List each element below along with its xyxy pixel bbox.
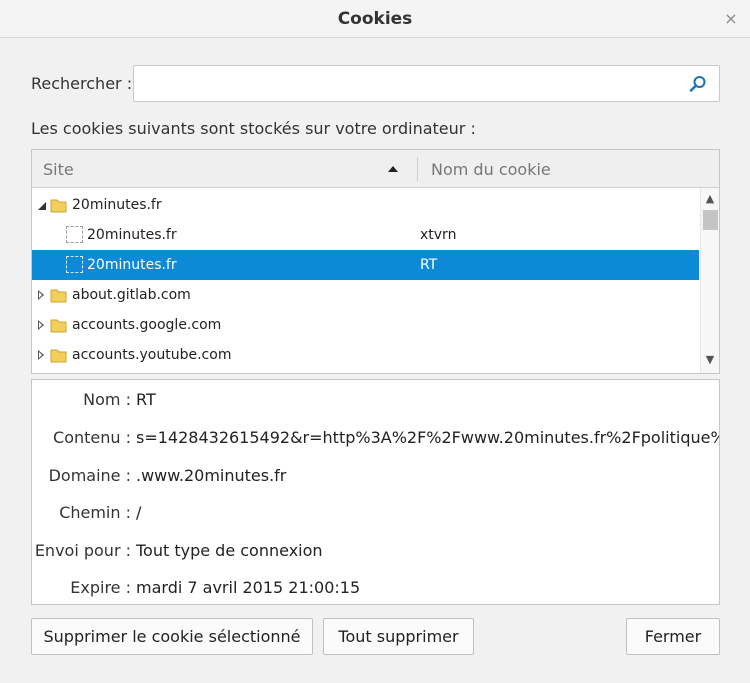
detail-value: / (136, 503, 142, 522)
delete-selected-cookie-button[interactable]: Supprimer le cookie sélectionné (31, 618, 313, 655)
expand-twisty-icon[interactable] (38, 202, 46, 210)
detail-label: Chemin : (59, 503, 131, 522)
detail-row-expires: Expire : mardi 7 avril 2015 21:00:15 (32, 578, 719, 604)
detail-row-domain: Domaine : .www.20minutes.fr (32, 466, 719, 492)
cookie-icon (66, 226, 83, 243)
collapsed-twisty-icon[interactable] (38, 320, 44, 330)
detail-label: Domaine : (48, 466, 131, 485)
collapsed-twisty-icon[interactable] (38, 350, 44, 360)
detail-row-content: Contenu : s=1428432615492&r=http%3A%2F%2… (32, 428, 720, 454)
scroll-thumb[interactable] (703, 210, 718, 230)
tree-row[interactable]: 20minutes.fr xtvrn (32, 220, 699, 250)
tree-site-label: accounts.google.com (72, 317, 222, 333)
tree-cookie-name: RT (420, 257, 438, 273)
collapsed-twisty-icon[interactable] (38, 290, 44, 300)
detail-label: Envoi pour : (34, 541, 131, 560)
folder-icon (50, 349, 67, 363)
titlebar: Cookies × (0, 0, 750, 38)
cookie-icon (66, 256, 83, 273)
detail-label: Nom : (83, 390, 131, 409)
tree-site-label: about.gitlab.com (72, 287, 191, 303)
scroll-down-icon[interactable]: ▼ (704, 353, 716, 367)
detail-label: Expire : (70, 578, 131, 597)
cookie-tree[interactable]: Site Nom du cookie 20minutes.fr 20minute… (31, 149, 720, 374)
detail-value: RT (136, 390, 156, 409)
detail-value: Tout type de connexion (136, 541, 323, 560)
search-input[interactable] (134, 66, 682, 101)
column-header-cookie-name[interactable]: Nom du cookie (431, 160, 551, 179)
search-icon[interactable] (689, 75, 707, 93)
detail-row-send-for: Envoi pour : Tout type de connexion (32, 541, 719, 567)
detail-value: s=1428432615492&r=http%3A%2F%2Fwww.20min… (136, 428, 720, 447)
scroll-up-icon[interactable]: ▲ (704, 192, 716, 206)
folder-icon (50, 199, 67, 213)
sort-ascending-icon (388, 166, 398, 172)
tree-site-label: accounts.youtube.com (72, 347, 232, 363)
tree-scrollbar[interactable]: ▲ ▼ (700, 188, 719, 373)
tree-header: Site Nom du cookie (32, 150, 719, 188)
tree-cookie-name: xtvrn (420, 227, 457, 243)
detail-row-path: Chemin : / (32, 503, 719, 529)
folder-icon (50, 289, 67, 303)
detail-row-name: Nom : RT (32, 390, 719, 416)
detail-label: Contenu : (53, 428, 131, 447)
cookies-dialog: Cookies × Rechercher : Les cookies suiva… (0, 0, 750, 683)
column-separator[interactable] (417, 157, 418, 181)
delete-all-cookies-button[interactable]: Tout supprimer (323, 618, 474, 655)
tree-site-label: 20minutes.fr (72, 197, 162, 213)
tree-site-label: 20minutes.fr (87, 257, 177, 273)
close-button[interactable]: Fermer (626, 618, 720, 655)
tree-row[interactable]: accounts.youtube.com (32, 340, 699, 370)
tree-site-label: 20minutes.fr (87, 227, 177, 243)
detail-value: .www.20minutes.fr (136, 466, 287, 485)
detail-value: mardi 7 avril 2015 21:00:15 (136, 578, 361, 597)
column-header-site[interactable]: Site (43, 160, 74, 179)
window-title: Cookies (337, 8, 413, 29)
tree-row[interactable]: about.gitlab.com (32, 280, 699, 310)
search-label: Rechercher : (31, 74, 133, 93)
search-field[interactable] (133, 65, 720, 102)
folder-icon (50, 319, 67, 333)
cookie-details-panel: Nom : RT Contenu : s=1428432615492&r=htt… (31, 379, 720, 605)
info-text: Les cookies suivants sont stockés sur vo… (31, 119, 476, 138)
tree-row-selected[interactable]: 20minutes.fr RT (32, 250, 699, 280)
tree-row[interactable]: 20minutes.fr (32, 190, 699, 220)
close-icon[interactable]: × (722, 10, 740, 28)
tree-row[interactable]: accounts.google.com (32, 310, 699, 340)
